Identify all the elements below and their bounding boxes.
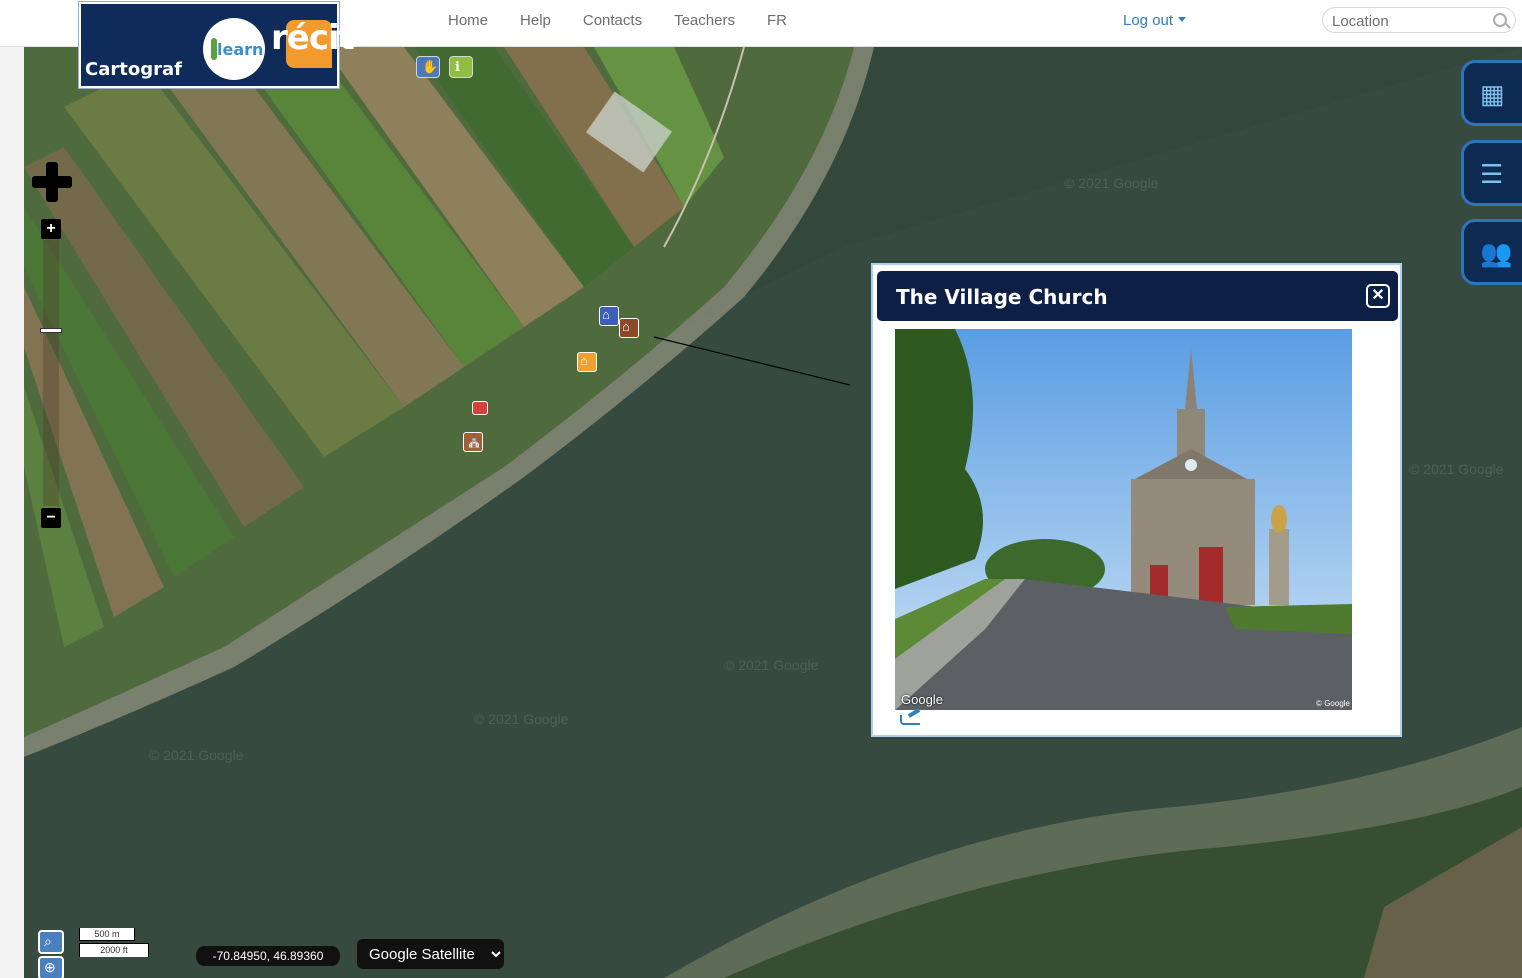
map-watermark: © 2021 Google — [1409, 461, 1504, 477]
info-tool-button[interactable]: ℹ — [449, 56, 473, 78]
nav-home[interactable]: Home — [432, 12, 504, 30]
blue-house-marker[interactable]: ⌂ — [599, 306, 619, 326]
scale-bar: 500 m 2000 ft — [79, 928, 149, 960]
basemap-select[interactable]: Google Satellite — [357, 939, 504, 969]
popup-title: The Village Church — [896, 285, 1108, 309]
zoom-out-button[interactable]: − — [41, 508, 61, 528]
magnify-icon: ⌕ — [44, 933, 52, 949]
recit-logo-text: récit — [271, 18, 355, 58]
map-watermark: © 2021 Google — [1064, 175, 1159, 191]
edit-icon[interactable] — [900, 715, 920, 725]
church-icon: ⛪ — [466, 433, 483, 448]
brown-house-icon: ⌂ — [622, 319, 630, 334]
pan-control[interactable] — [32, 162, 72, 202]
search-place-button[interactable]: ⌕ — [38, 930, 64, 954]
search-icon[interactable] — [1493, 13, 1507, 27]
left-margin — [0, 0, 24, 978]
people-icon: 👥 — [1480, 238, 1513, 268]
info-icon: ℹ — [455, 59, 460, 74]
map-layers-icon: ▦ — [1480, 79, 1505, 109]
photo-watermark: Google — [901, 692, 943, 707]
legend-icon: ☰ — [1480, 159, 1504, 189]
map-watermark: © 2021 Google — [149, 747, 244, 763]
popup-header: The Village Church ✕ — [877, 271, 1398, 321]
close-icon: ✕ — [1371, 287, 1385, 304]
photo-copyright: © Google — [1316, 699, 1350, 708]
hand-tool-button[interactable]: ✋ — [416, 56, 440, 78]
main-nav: Home Help Contacts Teachers FR — [432, 12, 803, 30]
crosshair-icon: ⊕ — [44, 959, 56, 975]
map-layers-button[interactable]: ▦ — [1461, 60, 1522, 126]
brand-name: Cartograf — [85, 59, 182, 80]
red-roof-marker[interactable] — [472, 401, 488, 415]
learn-logo: learn — [203, 18, 265, 80]
scale-metric: 500 m — [79, 928, 135, 941]
map-watermark: © 2021 Google — [474, 711, 569, 727]
logout-label: Log out — [1123, 12, 1174, 29]
coordinates-readout: -70.84950, 46.89360 — [196, 946, 340, 966]
legend-button[interactable]: ☰ — [1461, 140, 1522, 206]
map-watermark: © 2021 Google — [724, 657, 819, 673]
location-search — [1322, 7, 1516, 33]
cartograf-app: © 2021 Google © 2021 Google © 2021 Googl… — [0, 0, 1522, 978]
people-button[interactable]: 👥 — [1461, 219, 1522, 285]
close-button[interactable]: ✕ — [1366, 284, 1390, 308]
nav-language-fr[interactable]: FR — [751, 12, 803, 30]
location-search-input[interactable] — [1332, 11, 1482, 31]
zoom-in-button[interactable]: + — [41, 219, 61, 239]
church-photo: Google © Google — [895, 329, 1352, 710]
scale-imperial: 2000 ft — [79, 943, 149, 957]
nav-help[interactable]: Help — [504, 12, 567, 30]
learn-logo-text: learn — [217, 40, 264, 59]
hand-icon: ✋ — [422, 59, 439, 74]
nav-contacts[interactable]: Contacts — [567, 12, 658, 30]
logout-menu[interactable]: Log out — [1123, 12, 1187, 30]
nav-teachers[interactable]: Teachers — [658, 12, 751, 30]
church-marker[interactable]: ⛪ — [463, 432, 483, 452]
orange-house-icon: ⌂ — [580, 353, 588, 368]
feature-popup: The Village Church ✕ Google © Google — [871, 263, 1402, 737]
caret-down-icon — [1178, 17, 1187, 22]
orange-house-marker[interactable]: ⌂ — [577, 352, 597, 372]
blue-house-icon: ⌂ — [602, 307, 610, 322]
brown-house-marker[interactable]: ⌂ — [619, 318, 639, 338]
zoom-slider-handle[interactable] — [40, 327, 62, 333]
geolocate-button[interactable]: ⊕ — [38, 956, 64, 978]
cartograf-logo[interactable]: learn récit Cartograf — [79, 2, 355, 88]
zoom-slider-track[interactable] — [43, 240, 59, 506]
